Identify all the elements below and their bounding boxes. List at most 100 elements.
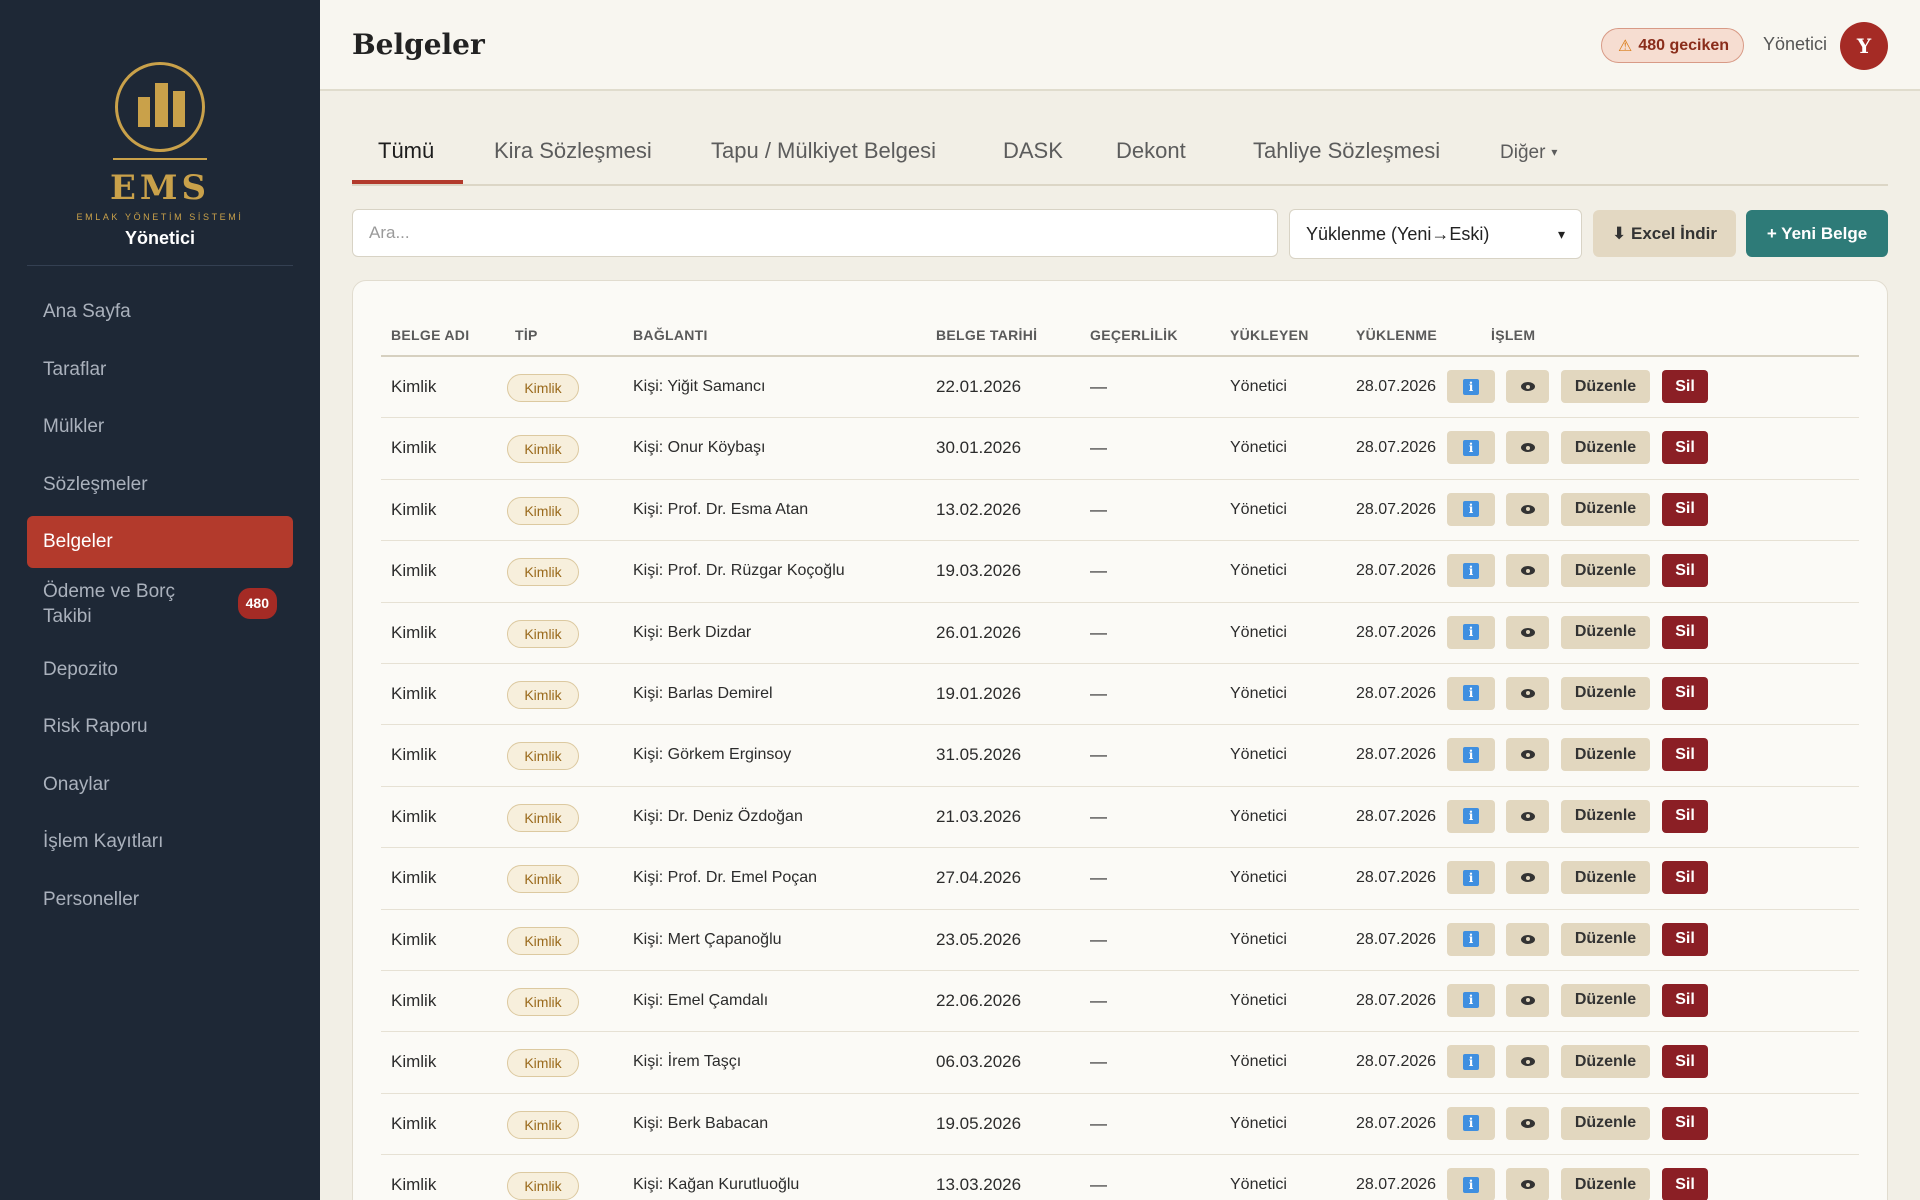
sidebar-item-9[interactable]: İşlem Kayıtları bbox=[27, 816, 293, 868]
document-link[interactable]: Kişi: Onur Köybaşı bbox=[633, 439, 766, 457]
delete-button[interactable]: Sil bbox=[1662, 676, 1708, 710]
document-link[interactable]: Kişi: Dr. Deniz Özdoğan bbox=[633, 808, 803, 826]
sidebar-item-0[interactable]: Ana Sayfa bbox=[27, 286, 293, 338]
delete-button[interactable]: Sil bbox=[1662, 431, 1708, 465]
sidebar-item-6[interactable]: Depozito bbox=[27, 644, 293, 696]
view-button[interactable] bbox=[1506, 1106, 1549, 1140]
new-document-button[interactable]: + Yeni Belge bbox=[1746, 210, 1888, 257]
document-link[interactable]: Kişi: Berk Babacan bbox=[633, 1115, 768, 1133]
info-button[interactable]: i bbox=[1447, 738, 1495, 772]
delete-button[interactable]: Sil bbox=[1662, 492, 1708, 526]
document-link[interactable]: Kişi: Prof. Dr. Emel Poçan bbox=[633, 869, 817, 887]
edit-button[interactable]: Düzenle bbox=[1561, 492, 1650, 526]
info-button[interactable]: i bbox=[1447, 1106, 1495, 1140]
document-date: 13.02.2026 bbox=[936, 499, 1022, 519]
delete-button[interactable]: Sil bbox=[1662, 1168, 1708, 1200]
type-badge: Kimlik bbox=[507, 619, 579, 648]
edit-button[interactable]: Düzenle bbox=[1561, 922, 1650, 956]
edit-button[interactable]: Düzenle bbox=[1561, 554, 1650, 588]
sidebar-item-3[interactable]: Sözleşmeler bbox=[27, 459, 293, 511]
sidebar-item-4[interactable]: Belgeler bbox=[27, 516, 293, 568]
delete-button[interactable]: Sil bbox=[1662, 983, 1708, 1017]
info-button[interactable]: i bbox=[1447, 370, 1495, 403]
info-icon: i bbox=[1463, 931, 1479, 948]
sidebar-item-5[interactable]: Ödeme ve Borç Takibi 480 bbox=[27, 574, 293, 634]
info-button[interactable]: i bbox=[1447, 492, 1495, 526]
document-link[interactable]: Kişi: Prof. Dr. Esma Atan bbox=[633, 501, 808, 519]
tab-5[interactable]: Tahliye Sözleşmesi bbox=[1253, 138, 1440, 164]
info-button[interactable]: i bbox=[1447, 615, 1495, 649]
view-button[interactable] bbox=[1506, 676, 1549, 710]
document-link[interactable]: Kişi: Barlas Demirel bbox=[633, 685, 773, 703]
sidebar-item-10[interactable]: Personeller bbox=[27, 874, 293, 926]
info-button[interactable]: i bbox=[1447, 861, 1495, 895]
sidebar-item-2[interactable]: Mülkler bbox=[27, 401, 293, 453]
document-link[interactable]: Kişi: Prof. Dr. Rüzgar Koçoğlu bbox=[633, 562, 845, 580]
document-link[interactable]: Kişi: Görkem Erginsoy bbox=[633, 746, 791, 764]
tab-0[interactable]: Tümü bbox=[378, 138, 434, 164]
view-button[interactable] bbox=[1506, 799, 1549, 833]
view-button[interactable] bbox=[1506, 738, 1549, 772]
delete-button[interactable]: Sil bbox=[1662, 738, 1708, 772]
tab-1[interactable]: Kira Sözleşmesi bbox=[494, 138, 652, 164]
avatar[interactable]: Y bbox=[1840, 22, 1888, 70]
delete-button[interactable]: Sil bbox=[1662, 615, 1708, 649]
view-button[interactable] bbox=[1506, 1045, 1549, 1079]
overdue-badge[interactable]: ⚠ 480 geciken bbox=[1601, 28, 1745, 63]
document-link[interactable]: Kişi: Emel Çamdalı bbox=[633, 992, 768, 1010]
view-button[interactable] bbox=[1506, 554, 1549, 588]
delete-button[interactable]: Sil bbox=[1662, 370, 1708, 403]
info-button[interactable]: i bbox=[1447, 922, 1495, 956]
edit-button[interactable]: Düzenle bbox=[1561, 676, 1650, 710]
document-link[interactable]: Kişi: Kağan Kurutluoğlu bbox=[633, 1176, 799, 1194]
document-link[interactable]: Kişi: İrem Taşçı bbox=[633, 1053, 741, 1071]
sidebar-item-1[interactable]: Taraflar bbox=[27, 344, 293, 396]
document-link[interactable]: Kişi: Berk Dizdar bbox=[633, 624, 751, 642]
info-button[interactable]: i bbox=[1447, 983, 1495, 1017]
tab-4[interactable]: Dekont bbox=[1116, 138, 1186, 164]
tab-2[interactable]: Tapu / Mülkiyet Belgesi bbox=[711, 138, 936, 164]
edit-button[interactable]: Düzenle bbox=[1561, 1045, 1650, 1079]
document-link[interactable]: Kişi: Mert Çapanoğlu bbox=[633, 931, 782, 949]
info-button[interactable]: i bbox=[1447, 1168, 1495, 1200]
document-link[interactable]: Kişi: Yiğit Samancı bbox=[633, 378, 766, 396]
info-button[interactable]: i bbox=[1447, 676, 1495, 710]
edit-button[interactable]: Düzenle bbox=[1561, 861, 1650, 895]
sort-select[interactable]: Yüklenme (Yeni→Eski) ▾ bbox=[1289, 209, 1582, 259]
tab-3[interactable]: DASK bbox=[1003, 138, 1063, 164]
info-button[interactable]: i bbox=[1447, 554, 1495, 588]
excel-download-button[interactable]: ⬇ Excel İndir bbox=[1593, 210, 1736, 257]
delete-button[interactable]: Sil bbox=[1662, 1045, 1708, 1079]
sidebar-item-8[interactable]: Onaylar bbox=[27, 759, 293, 811]
edit-button[interactable]: Düzenle bbox=[1561, 799, 1650, 833]
edit-button[interactable]: Düzenle bbox=[1561, 615, 1650, 649]
table-row: Kimlik Kimlik Kişi: Barlas Demirel 19.01.20… bbox=[381, 664, 1859, 726]
info-button[interactable]: i bbox=[1447, 431, 1495, 465]
edit-button[interactable]: Düzenle bbox=[1561, 738, 1650, 772]
view-button[interactable] bbox=[1506, 861, 1549, 895]
delete-button[interactable]: Sil bbox=[1662, 922, 1708, 956]
tab-6[interactable]: Diğer ▾ bbox=[1500, 138, 1557, 164]
delete-button[interactable]: Sil bbox=[1662, 861, 1708, 895]
view-button[interactable] bbox=[1506, 922, 1549, 956]
view-button[interactable] bbox=[1506, 1168, 1549, 1200]
info-button[interactable]: i bbox=[1447, 799, 1495, 833]
edit-button[interactable]: Düzenle bbox=[1561, 983, 1650, 1017]
view-button[interactable] bbox=[1506, 431, 1549, 465]
view-button[interactable] bbox=[1506, 615, 1549, 649]
edit-button[interactable]: Düzenle bbox=[1561, 431, 1650, 465]
search-input[interactable] bbox=[352, 209, 1278, 257]
delete-button[interactable]: Sil bbox=[1662, 1106, 1708, 1140]
table-row: Kimlik Kimlik Kişi: Dr. Deniz Özdoğan 21.03… bbox=[381, 787, 1859, 849]
sidebar-item-7[interactable]: Risk Raporu bbox=[27, 701, 293, 753]
view-button[interactable] bbox=[1506, 492, 1549, 526]
delete-button[interactable]: Sil bbox=[1662, 799, 1708, 833]
edit-button[interactable]: Düzenle bbox=[1561, 1168, 1650, 1200]
uploaded-date: 28.07.2026 bbox=[1356, 807, 1437, 825]
view-button[interactable] bbox=[1506, 983, 1549, 1017]
edit-button[interactable]: Düzenle bbox=[1561, 370, 1650, 403]
view-button[interactable] bbox=[1506, 370, 1549, 403]
edit-button[interactable]: Düzenle bbox=[1561, 1106, 1650, 1140]
delete-button[interactable]: Sil bbox=[1662, 554, 1708, 588]
info-button[interactable]: i bbox=[1447, 1045, 1495, 1079]
